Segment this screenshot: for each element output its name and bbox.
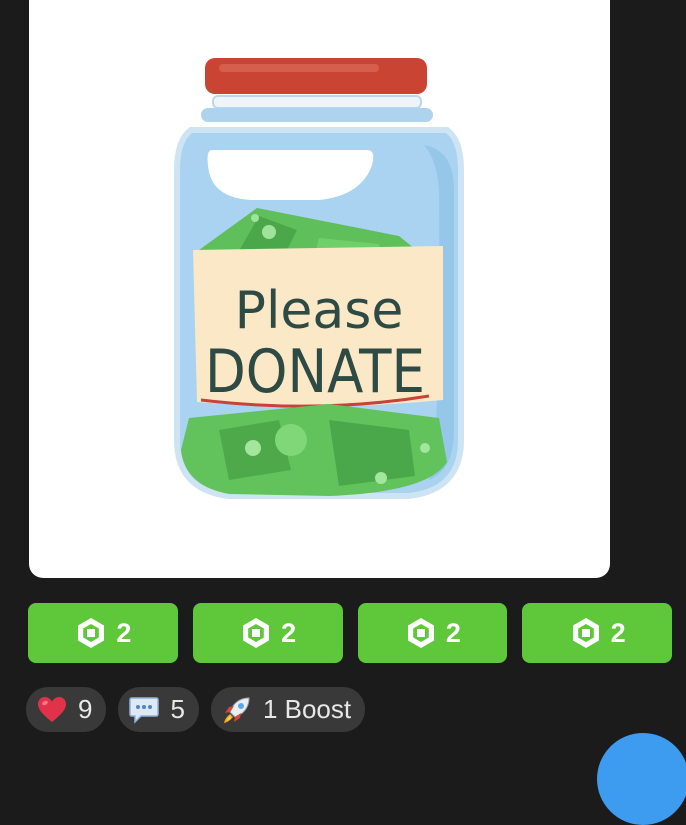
donate-robux-button-1[interactable]: 2 xyxy=(28,603,178,663)
money-bottom xyxy=(181,404,447,496)
donate-robux-button-2[interactable]: 2 xyxy=(192,603,343,663)
robux-icon xyxy=(243,618,270,648)
donation-jar-illustration: Please DONATE xyxy=(174,58,464,499)
label-text-please: Please xyxy=(235,281,404,341)
boost-button[interactable]: 1 Boost xyxy=(210,687,366,732)
label-text-donate: DONATE xyxy=(205,337,425,407)
floating-action-button[interactable] xyxy=(597,733,686,825)
donate-amount: 2 xyxy=(610,617,626,648)
donate-amount: 2 xyxy=(445,617,461,648)
donate-amount: 2 xyxy=(116,617,132,648)
robux-icon xyxy=(572,618,599,648)
rocket-icon xyxy=(223,696,250,723)
robux-icon xyxy=(407,618,434,648)
robux-icon xyxy=(78,618,105,648)
donate-robux-button-3[interactable]: 2 xyxy=(357,603,508,663)
like-button[interactable]: 9 xyxy=(26,687,107,732)
donation-button-row: 2 2 2 2 xyxy=(28,603,672,663)
donate-amount: 2 xyxy=(281,617,297,648)
post-image[interactable]: Please DONATE xyxy=(29,0,610,578)
donate-robux-button-4[interactable]: 2 xyxy=(522,603,672,663)
like-count: 9 xyxy=(78,694,93,724)
comment-button[interactable]: 5 xyxy=(118,687,199,732)
comment-count: 5 xyxy=(170,694,185,724)
speech-bubble-icon xyxy=(129,696,160,724)
jar-lid xyxy=(205,58,427,94)
reaction-bar: 9 5 1 Boost xyxy=(26,687,366,732)
boost-label: 1 Boost xyxy=(262,694,352,724)
heart-icon xyxy=(38,696,66,722)
